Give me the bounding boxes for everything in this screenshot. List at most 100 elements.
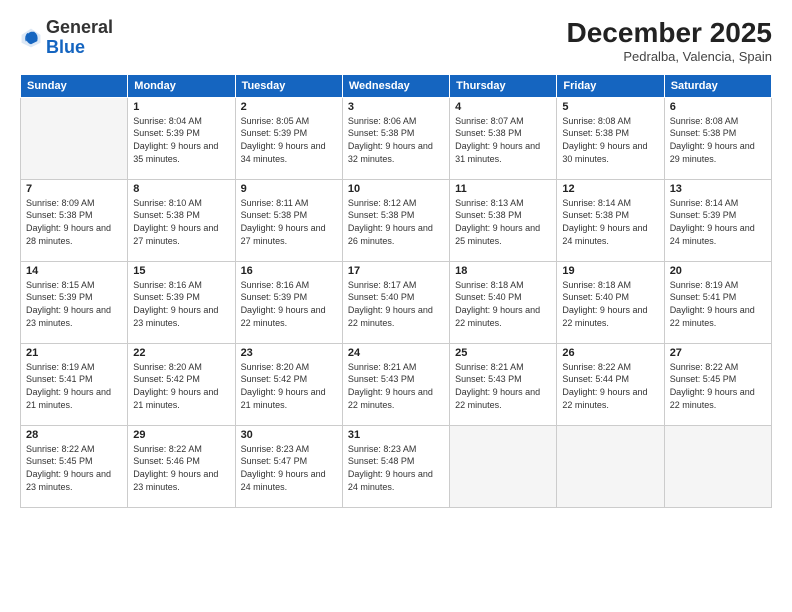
day-number: 19 (562, 265, 658, 277)
day-info: Sunrise: 8:08 AMSunset: 5:38 PMDaylight:… (670, 115, 766, 165)
calendar-cell (21, 97, 128, 179)
calendar-cell: 25 Sunrise: 8:21 AMSunset: 5:43 PMDayligh… (450, 343, 557, 425)
day-info: Sunrise: 8:22 AMSunset: 5:45 PMDaylight:… (26, 443, 122, 493)
calendar-week-row: 14 Sunrise: 8:15 AMSunset: 5:39 PMDayligh… (21, 261, 772, 343)
calendar-cell: 18 Sunrise: 8:18 AMSunset: 5:40 PMDayligh… (450, 261, 557, 343)
calendar-header-saturday: Saturday (664, 74, 771, 97)
calendar-header-row: SundayMondayTuesdayWednesdayThursdayFrid… (21, 74, 772, 97)
day-number: 8 (133, 183, 229, 195)
calendar-header-monday: Monday (128, 74, 235, 97)
day-number: 21 (26, 347, 122, 359)
day-info: Sunrise: 8:19 AMSunset: 5:41 PMDaylight:… (26, 361, 122, 411)
header: General Blue December 2025 Pedralba, Val… (20, 18, 772, 64)
day-info: Sunrise: 8:18 AMSunset: 5:40 PMDaylight:… (562, 279, 658, 329)
day-number: 11 (455, 183, 551, 195)
day-number: 27 (670, 347, 766, 359)
day-number: 17 (348, 265, 444, 277)
calendar-cell: 12 Sunrise: 8:14 AMSunset: 5:38 PMDayligh… (557, 179, 664, 261)
day-info: Sunrise: 8:11 AMSunset: 5:38 PMDaylight:… (241, 197, 337, 247)
calendar-cell: 13 Sunrise: 8:14 AMSunset: 5:39 PMDayligh… (664, 179, 771, 261)
day-info: Sunrise: 8:06 AMSunset: 5:38 PMDaylight:… (348, 115, 444, 165)
month-title: December 2025 (567, 18, 772, 49)
calendar-cell: 30 Sunrise: 8:23 AMSunset: 5:47 PMDayligh… (235, 425, 342, 507)
calendar-week-row: 7 Sunrise: 8:09 AMSunset: 5:38 PMDaylight… (21, 179, 772, 261)
calendar-cell: 28 Sunrise: 8:22 AMSunset: 5:45 PMDayligh… (21, 425, 128, 507)
day-number: 13 (670, 183, 766, 195)
day-info: Sunrise: 8:16 AMSunset: 5:39 PMDaylight:… (133, 279, 229, 329)
calendar-table: SundayMondayTuesdayWednesdayThursdayFrid… (20, 74, 772, 508)
location: Pedralba, Valencia, Spain (567, 49, 772, 64)
day-info: Sunrise: 8:05 AMSunset: 5:39 PMDaylight:… (241, 115, 337, 165)
day-number: 18 (455, 265, 551, 277)
day-info: Sunrise: 8:14 AMSunset: 5:38 PMDaylight:… (562, 197, 658, 247)
day-info: Sunrise: 8:10 AMSunset: 5:38 PMDaylight:… (133, 197, 229, 247)
day-number: 4 (455, 101, 551, 113)
day-info: Sunrise: 8:15 AMSunset: 5:39 PMDaylight:… (26, 279, 122, 329)
calendar-cell: 8 Sunrise: 8:10 AMSunset: 5:38 PMDaylight… (128, 179, 235, 261)
day-info: Sunrise: 8:09 AMSunset: 5:38 PMDaylight:… (26, 197, 122, 247)
day-info: Sunrise: 8:21 AMSunset: 5:43 PMDaylight:… (455, 361, 551, 411)
day-info: Sunrise: 8:08 AMSunset: 5:38 PMDaylight:… (562, 115, 658, 165)
day-info: Sunrise: 8:22 AMSunset: 5:45 PMDaylight:… (670, 361, 766, 411)
day-number: 2 (241, 101, 337, 113)
logo-blue-text: Blue (46, 37, 85, 57)
day-number: 12 (562, 183, 658, 195)
calendar-header-wednesday: Wednesday (342, 74, 449, 97)
calendar-cell (450, 425, 557, 507)
day-number: 31 (348, 429, 444, 441)
day-number: 16 (241, 265, 337, 277)
calendar-header-friday: Friday (557, 74, 664, 97)
calendar-header-sunday: Sunday (21, 74, 128, 97)
day-number: 7 (26, 183, 122, 195)
day-number: 10 (348, 183, 444, 195)
day-info: Sunrise: 8:04 AMSunset: 5:39 PMDaylight:… (133, 115, 229, 165)
calendar-cell: 20Sunrise: 8:19 AMSunset: 5:41 PMDayligh… (664, 261, 771, 343)
day-number: 22 (133, 347, 229, 359)
day-info: Sunrise: 8:23 AMSunset: 5:48 PMDaylight:… (348, 443, 444, 493)
calendar-week-row: 1 Sunrise: 8:04 AMSunset: 5:39 PMDaylight… (21, 97, 772, 179)
day-number: 29 (133, 429, 229, 441)
calendar-cell: 1 Sunrise: 8:04 AMSunset: 5:39 PMDaylight… (128, 97, 235, 179)
title-block: December 2025 Pedralba, Valencia, Spain (567, 18, 772, 64)
day-number: 30 (241, 429, 337, 441)
day-info: Sunrise: 8:12 AMSunset: 5:38 PMDaylight:… (348, 197, 444, 247)
day-info: Sunrise: 8:23 AMSunset: 5:47 PMDaylight:… (241, 443, 337, 493)
day-number: 25 (455, 347, 551, 359)
day-info: Sunrise: 8:18 AMSunset: 5:40 PMDaylight:… (455, 279, 551, 329)
day-info: Sunrise: 8:16 AMSunset: 5:39 PMDaylight:… (241, 279, 337, 329)
calendar-cell: 14 Sunrise: 8:15 AMSunset: 5:39 PMDayligh… (21, 261, 128, 343)
calendar-cell: 24Sunrise: 8:21 AMSunset: 5:43 PMDayligh… (342, 343, 449, 425)
logo-icon (20, 27, 42, 49)
day-info: Sunrise: 8:22 AMSunset: 5:46 PMDaylight:… (133, 443, 229, 493)
calendar-cell (557, 425, 664, 507)
calendar-cell: 27 Sunrise: 8:22 AMSunset: 5:45 PMDayligh… (664, 343, 771, 425)
calendar-cell: 9 Sunrise: 8:11 AMSunset: 5:38 PMDaylight… (235, 179, 342, 261)
logo: General Blue (20, 18, 113, 58)
day-number: 23 (241, 347, 337, 359)
day-number: 14 (26, 265, 122, 277)
calendar-header-tuesday: Tuesday (235, 74, 342, 97)
calendar-cell: 15Sunrise: 8:16 AMSunset: 5:39 PMDayligh… (128, 261, 235, 343)
calendar-cell: 2 Sunrise: 8:05 AMSunset: 5:39 PMDaylight… (235, 97, 342, 179)
calendar-week-row: 28 Sunrise: 8:22 AMSunset: 5:45 PMDayligh… (21, 425, 772, 507)
day-info: Sunrise: 8:14 AMSunset: 5:39 PMDaylight:… (670, 197, 766, 247)
calendar-page: General Blue December 2025 Pedralba, Val… (0, 0, 792, 612)
day-info: Sunrise: 8:07 AMSunset: 5:38 PMDaylight:… (455, 115, 551, 165)
day-info: Sunrise: 8:21 AMSunset: 5:43 PMDaylight:… (348, 361, 444, 411)
day-number: 9 (241, 183, 337, 195)
day-number: 28 (26, 429, 122, 441)
day-number: 5 (562, 101, 658, 113)
calendar-cell: 26 Sunrise: 8:22 AMSunset: 5:44 PMDayligh… (557, 343, 664, 425)
logo-general-text: General (46, 17, 113, 37)
day-number: 3 (348, 101, 444, 113)
day-info: Sunrise: 8:20 AMSunset: 5:42 PMDaylight:… (133, 361, 229, 411)
calendar-cell: 6Sunrise: 8:08 AMSunset: 5:38 PMDaylight… (664, 97, 771, 179)
calendar-header-thursday: Thursday (450, 74, 557, 97)
calendar-cell (664, 425, 771, 507)
day-info: Sunrise: 8:22 AMSunset: 5:44 PMDaylight:… (562, 361, 658, 411)
calendar-cell: 31 Sunrise: 8:23 AMSunset: 5:48 PMDayligh… (342, 425, 449, 507)
day-number: 20 (670, 265, 766, 277)
calendar-cell: 23Sunrise: 8:20 AMSunset: 5:42 PMDayligh… (235, 343, 342, 425)
day-number: 26 (562, 347, 658, 359)
day-number: 1 (133, 101, 229, 113)
